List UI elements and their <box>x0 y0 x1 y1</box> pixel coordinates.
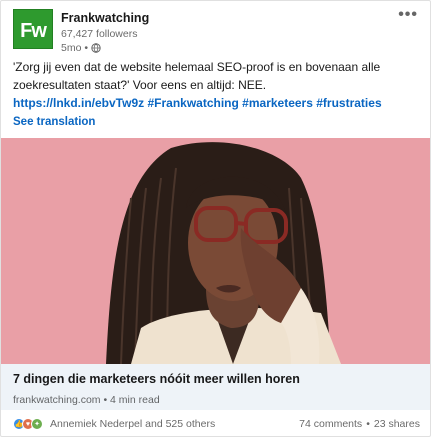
comments-count[interactable]: 74 comments <box>299 418 362 430</box>
article-link-preview[interactable]: 7 dingen die marketeers nóóit meer wille… <box>1 364 430 410</box>
article-image[interactable] <box>1 138 430 364</box>
post-text: 'Zorg jij even dat de website helemaal S… <box>13 58 418 112</box>
see-translation-link[interactable]: See translation <box>13 116 95 128</box>
reactors-names[interactable]: Annemiek Nederpel and 525 others <box>50 418 215 430</box>
hashtag-frankwatching[interactable]: #Frankwatching <box>147 96 238 110</box>
post-links: https://lnkd.in/ebvTw9z #Frankwatching #… <box>13 96 382 110</box>
separator-dot: • <box>366 418 370 430</box>
post-body: 'Zorg jij even dat de website helemaal S… <box>13 60 381 92</box>
hashtag-marketeers[interactable]: #marketeers <box>242 96 313 110</box>
woman-with-glasses-illustration <box>1 138 430 364</box>
celebrate-icon: ✦ <box>31 418 43 430</box>
article-source: frankwatching.com • 4 min read <box>13 394 160 406</box>
post-time: 5mo • <box>61 41 89 54</box>
company-name[interactable]: Frankwatching <box>61 11 149 26</box>
post-time-row: 5mo • <box>61 42 149 55</box>
social-counts-bar: 👍 ♥ ✦ Annemiek Nederpel and 525 others 7… <box>1 413 430 435</box>
post-link[interactable]: https://lnkd.in/ebvTw9z <box>13 96 144 110</box>
follower-count: 67,427 followers <box>61 28 138 40</box>
company-logo[interactable]: Fw <box>13 9 53 49</box>
shares-count[interactable]: 23 shares <box>374 418 420 430</box>
article-title[interactable]: 7 dingen die marketeers nóóit meer wille… <box>13 372 420 386</box>
globe-icon <box>91 43 101 53</box>
post-meta: Frankwatching 67,427 followers 5mo • <box>61 9 149 54</box>
hashtag-frustraties[interactable]: #frustraties <box>316 96 381 110</box>
feed-post-card: Fw Frankwatching 67,427 followers 5mo • … <box>0 0 431 437</box>
more-options-icon[interactable]: ••• <box>398 7 418 23</box>
reaction-icons[interactable]: 👍 ♥ ✦ <box>13 418 43 430</box>
post-header: Fw Frankwatching 67,427 followers 5mo • <box>13 9 149 54</box>
